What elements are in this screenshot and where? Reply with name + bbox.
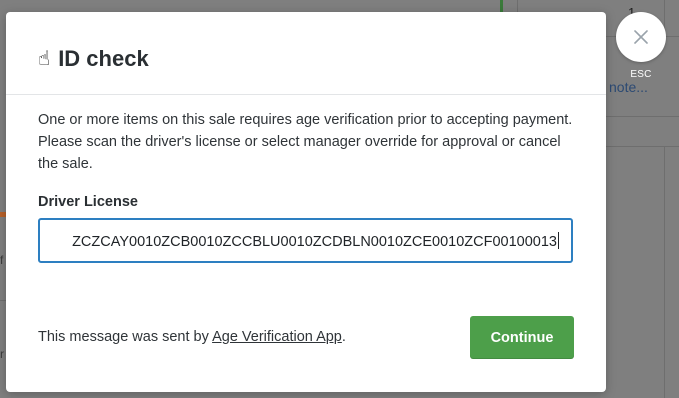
sent-by-prefix: This message was sent by xyxy=(38,329,213,345)
background-text-fragment: f xyxy=(0,253,4,267)
background-divider xyxy=(606,116,679,117)
driver-license-input[interactable]: ZCZCAY0010ZCB0010ZCCBLU0010ZCDBLN0010ZCE… xyxy=(38,218,573,263)
sent-by-suffix: . xyxy=(341,329,346,345)
age-verification-app-link[interactable]: Age Verification App xyxy=(212,329,342,345)
close-button[interactable] xyxy=(616,12,666,62)
esc-label: ESC xyxy=(630,69,652,80)
pointing-hand-icon: ☝ xyxy=(38,48,51,70)
driver-license-label: Driver License xyxy=(38,194,138,210)
driver-license-value: ZCZCAY0010ZCB0010ZCCBLU0010ZCDBLN0010ZCE… xyxy=(72,232,559,250)
dialog-header: ☝ ID check xyxy=(38,46,149,72)
sent-by-message: This message was sent by Age Verificatio… xyxy=(38,329,346,345)
header-divider xyxy=(6,94,606,95)
id-check-dialog: ☝ ID check One or more items on this sal… xyxy=(6,12,606,392)
dialog-title: ID check xyxy=(58,46,149,71)
text-caret xyxy=(558,232,559,249)
dialog-message: One or more items on this sale requires … xyxy=(38,112,573,172)
background-text-fragment: r xyxy=(0,347,4,361)
background-note-link: note... xyxy=(609,79,648,95)
continue-button[interactable]: Continue xyxy=(470,316,574,359)
background-divider xyxy=(664,146,665,398)
close-icon xyxy=(634,30,648,44)
background-divider xyxy=(606,146,679,147)
